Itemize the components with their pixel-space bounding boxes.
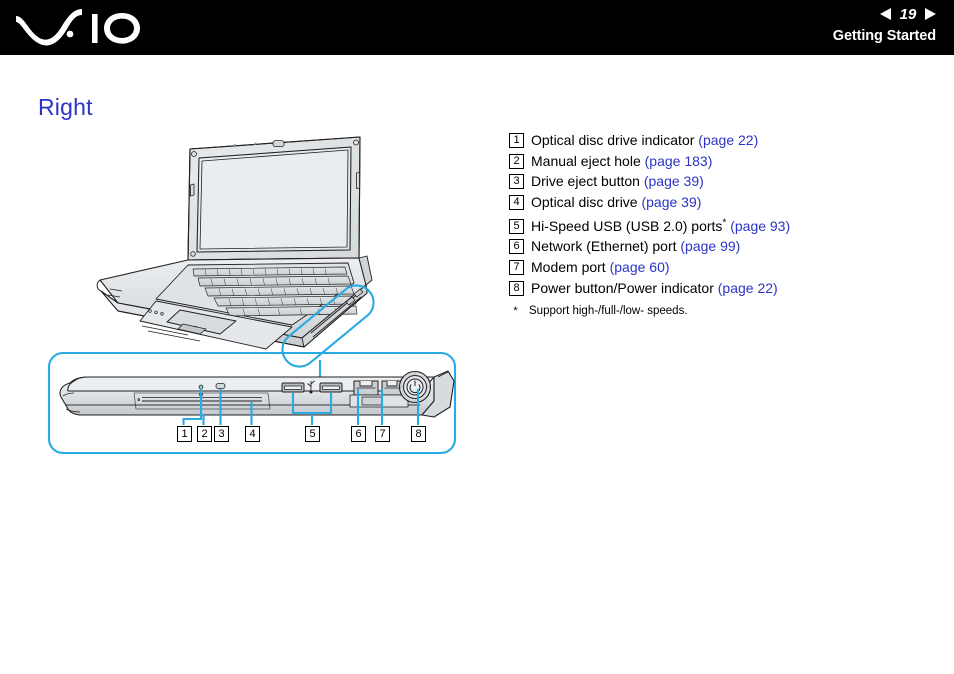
legend-number-8: 8 bbox=[509, 280, 524, 296]
legend-item-3: 3 Drive eject button (page 39) bbox=[509, 172, 929, 193]
legend-label-text-1: Optical disc drive indicator bbox=[531, 132, 695, 148]
legend-label-5: Hi-Speed USB (USB 2.0) ports* (page 93) bbox=[531, 217, 790, 235]
microphone-dot-icon bbox=[253, 142, 257, 145]
power-button bbox=[398, 370, 432, 404]
vaio-logo bbox=[14, 6, 150, 48]
legend-item-8: 8 Power button/Power indicator (page 22) bbox=[509, 279, 929, 300]
legend-number-1: 1 bbox=[509, 133, 524, 148]
legend-label-text-8: Power button/Power indicator bbox=[531, 279, 714, 296]
page-title: Right bbox=[38, 94, 93, 120]
callout-number-6: 6 bbox=[351, 426, 366, 442]
legend-label-7: Modem port (page 60) bbox=[531, 258, 670, 276]
legend-label-text-5: Hi-Speed USB (USB 2.0) ports bbox=[531, 217, 723, 234]
legend-label-text-7: Modem port bbox=[531, 259, 606, 276]
legend-page-ref-1[interactable]: (page 22) bbox=[698, 132, 758, 148]
right-side-diagram: 1 2 3 4 5 6 7 8 bbox=[30, 125, 490, 470]
legend-item-2: 2 Manual eject hole (page 183) bbox=[509, 152, 929, 173]
footnote: * Support high-/full-/low- speeds. bbox=[509, 304, 929, 318]
section-title: Getting Started bbox=[832, 28, 936, 44]
callout-number-7: 7 bbox=[375, 426, 390, 442]
legend-label-1: Optical disc drive indicator (page 22) bbox=[531, 131, 758, 149]
footnote-marker: * bbox=[513, 305, 518, 318]
callout-number-5: 5 bbox=[305, 426, 320, 442]
legend-item-6: 6 Network (Ethernet) port (page 99) bbox=[509, 237, 929, 258]
page-header-bar: 19 Getting Started bbox=[0, 0, 954, 55]
legend-page-ref-3[interactable]: (page 39) bbox=[644, 173, 704, 189]
legend-label-text-2: Manual eject hole bbox=[531, 152, 641, 169]
callout-number-8: 8 bbox=[411, 426, 426, 442]
drive-eject-button bbox=[215, 383, 226, 389]
legend-label-4: Optical disc drive (page 39) bbox=[531, 193, 701, 211]
legend-label-6: Network (Ethernet) port (page 99) bbox=[531, 237, 740, 255]
legend-item-4: 4 Optical disc drive (page 39) bbox=[509, 193, 929, 214]
callout-number-2: 2 bbox=[197, 426, 212, 442]
callout-number-3: 3 bbox=[214, 426, 229, 442]
legend-number-7: 7 bbox=[509, 260, 524, 276]
legend-label-3: Drive eject button (page 39) bbox=[531, 172, 704, 190]
footnote-text: Support high-/full-/low- speeds. bbox=[529, 305, 688, 318]
legend-footnote-marker-5: * bbox=[722, 217, 727, 229]
legend-number-2: 2 bbox=[509, 153, 524, 169]
legend-page-ref-8[interactable]: (page 22) bbox=[718, 280, 778, 296]
legend-label-text-4: Optical disc drive bbox=[531, 193, 638, 210]
legend-label-text-6: Network (Ethernet) port bbox=[531, 238, 677, 255]
legend-item-5: 5 Hi-Speed USB (USB 2.0) ports* (page 93… bbox=[509, 217, 929, 238]
page-navigation[interactable]: 19 bbox=[880, 4, 936, 24]
diagram-svg bbox=[47, 136, 457, 455]
webcam-icon bbox=[272, 140, 285, 148]
page-number: 19 bbox=[899, 5, 917, 23]
laptop-right-side-detail-illustration bbox=[59, 370, 455, 418]
microphone-dot-icon bbox=[233, 143, 237, 147]
legend-page-ref-5[interactable]: (page 93) bbox=[730, 218, 790, 234]
legend-label-8: Power button/Power indicator (page 22) bbox=[531, 279, 778, 297]
legend-item-7: 7 Modem port (page 60) bbox=[509, 258, 929, 279]
legend-page-ref-6[interactable]: (page 99) bbox=[680, 238, 740, 254]
legend-number-4: 4 bbox=[509, 194, 524, 210]
legend-list: 1 Optical disc drive indicator (page 22)… bbox=[509, 131, 929, 318]
legend-number-6: 6 bbox=[509, 239, 524, 255]
legend-label-text-3: Drive eject button bbox=[531, 173, 640, 190]
legend-label-2: Manual eject hole (page 183) bbox=[531, 152, 712, 170]
triangle-left-icon[interactable] bbox=[880, 8, 891, 20]
legend-number-3: 3 bbox=[509, 174, 524, 190]
legend-page-ref-4[interactable]: (page 39) bbox=[641, 194, 701, 210]
callout-number-4: 4 bbox=[245, 426, 260, 442]
callout-number-1: 1 bbox=[177, 426, 192, 442]
legend-number-5: 5 bbox=[509, 218, 524, 234]
laptop-open-perspective-illustration bbox=[96, 136, 373, 350]
legend-item-1: 1 Optical disc drive indicator (page 22) bbox=[509, 131, 929, 152]
legend-page-ref-2[interactable]: (page 183) bbox=[645, 153, 713, 169]
legend-page-ref-7[interactable]: (page 60) bbox=[610, 259, 670, 275]
triangle-right-icon[interactable] bbox=[925, 8, 936, 20]
